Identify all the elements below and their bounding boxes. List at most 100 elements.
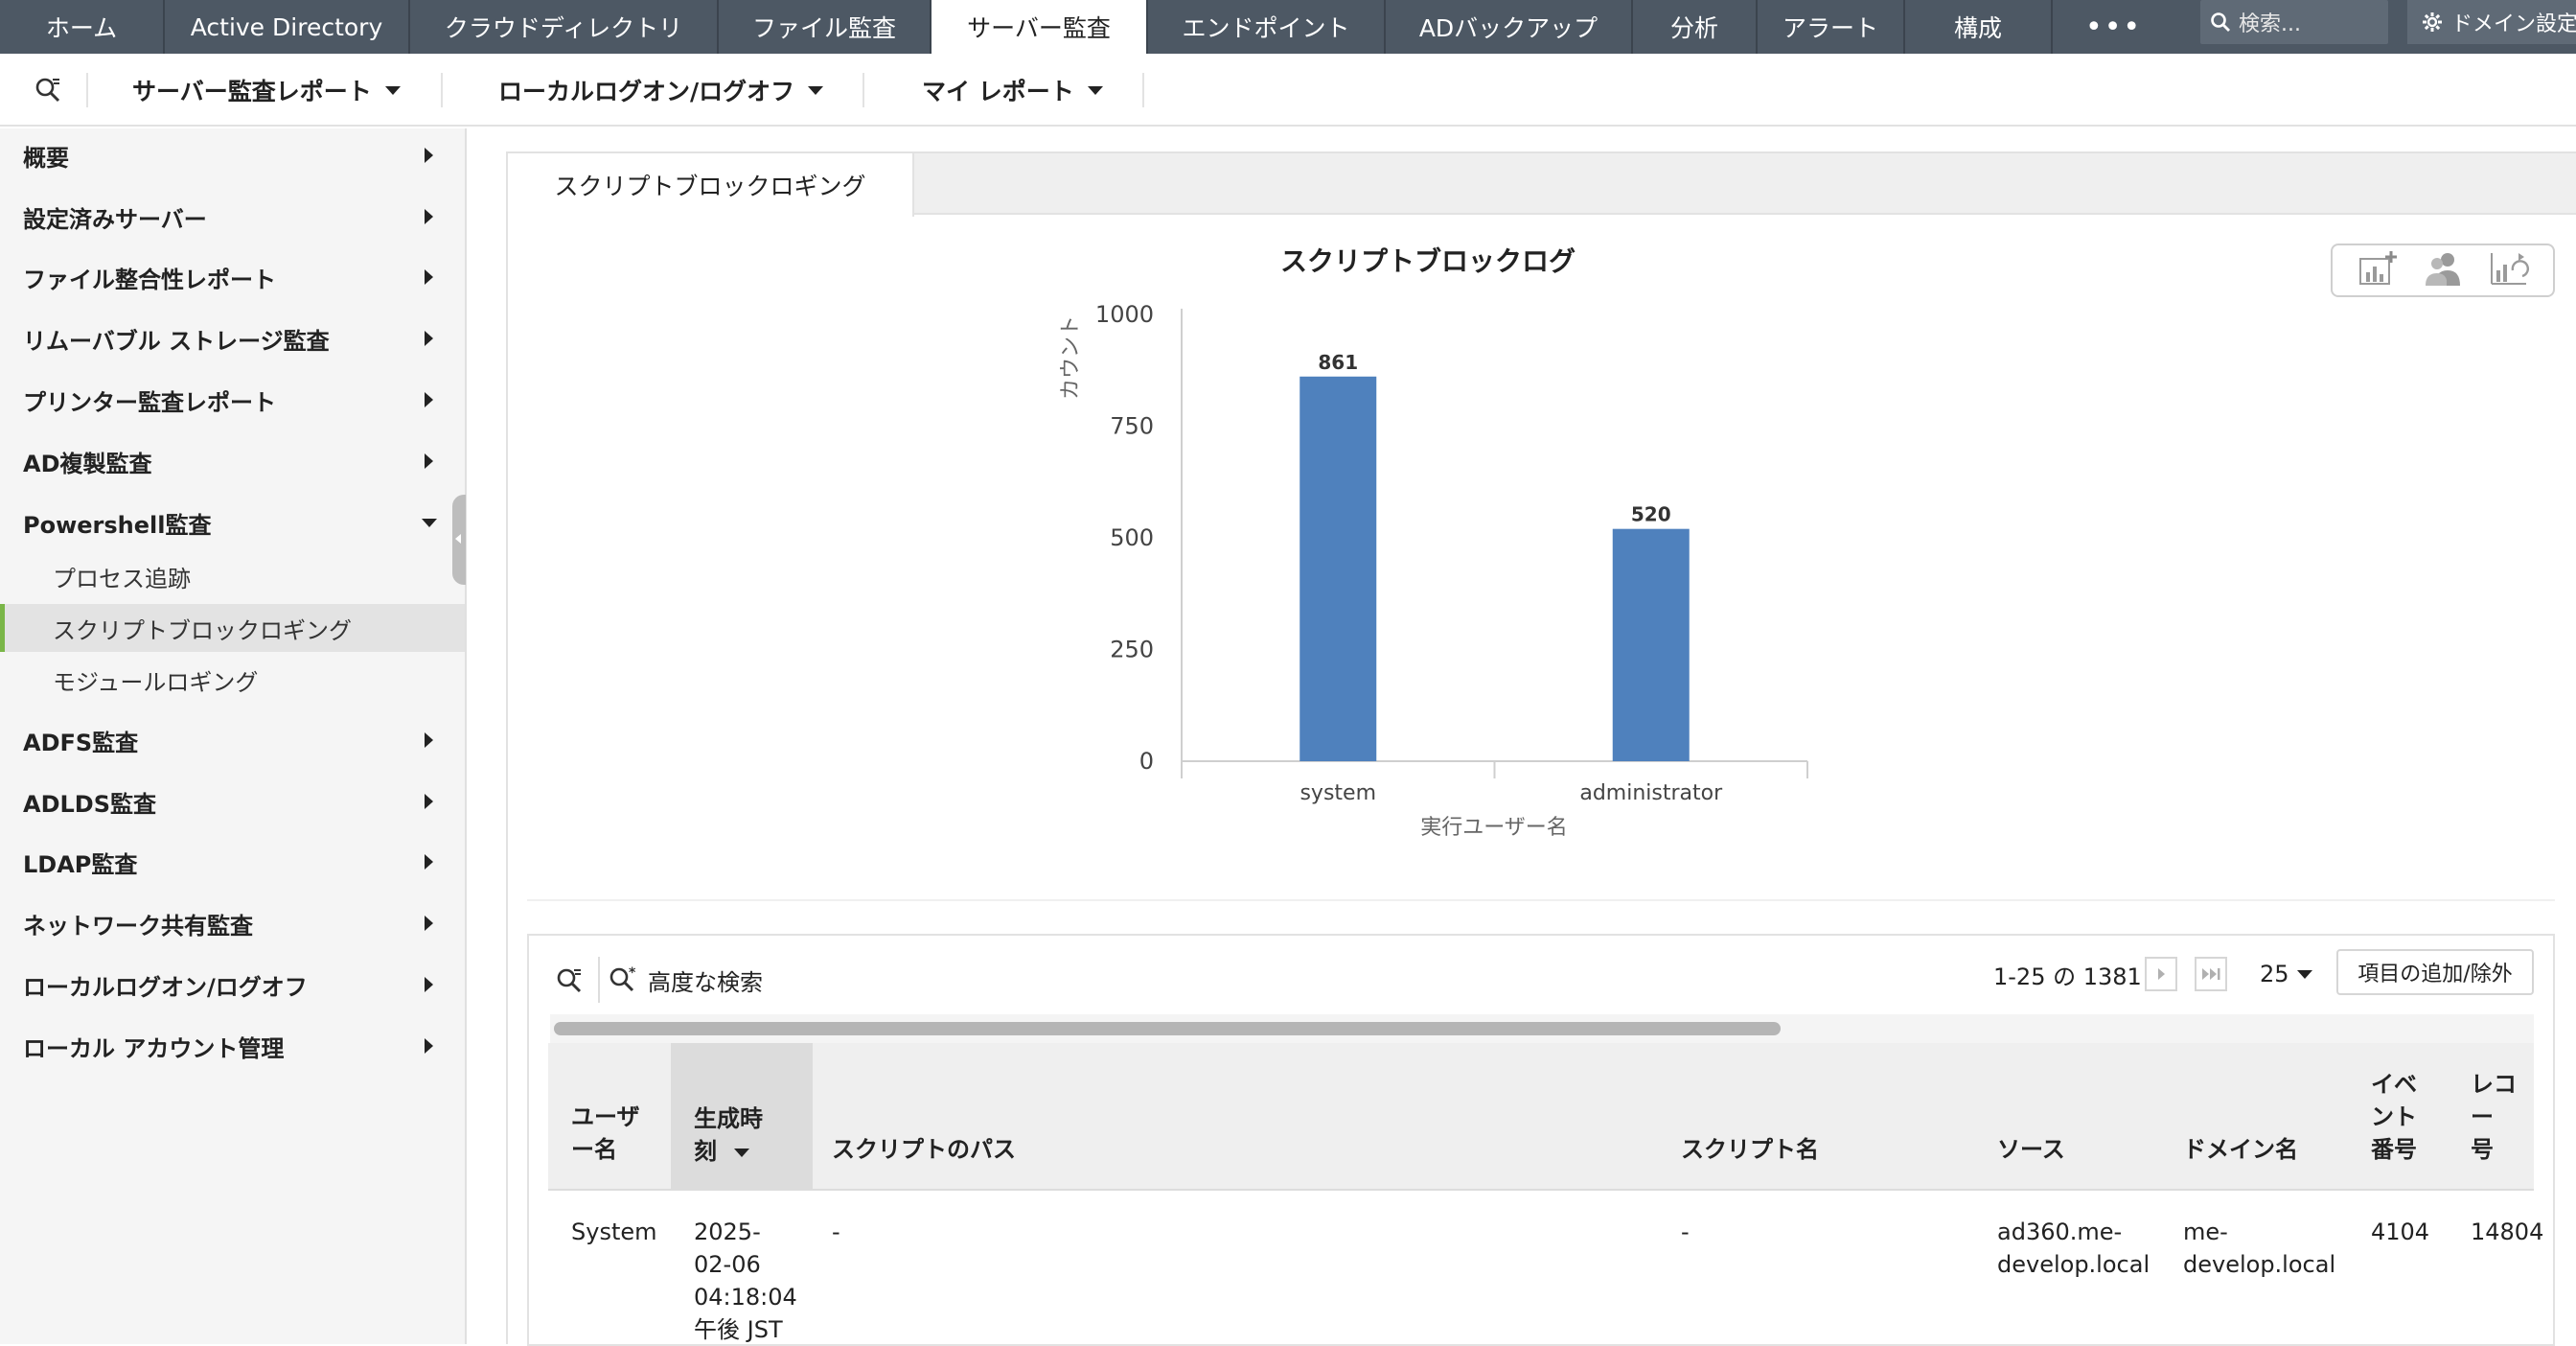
sidebar-item-powershell-audit[interactable]: Powershell監査 <box>0 499 465 546</box>
y-tick-label: 250 <box>1110 637 1154 663</box>
chevron-right-icon <box>425 209 433 224</box>
sidebar-item-configured-servers[interactable]: 設定済みサーバー <box>0 193 465 241</box>
sidebar-item-network-share[interactable]: ネットワーク共有監査 <box>0 899 465 947</box>
tab-config[interactable]: 構成 <box>1905 0 2053 54</box>
table-header: ユーザ ー名 生成時 刻 スクリプトのパス スクリプト名 ソース ドメイン名 イ… <box>548 1043 2534 1191</box>
add-chart-icon[interactable] <box>2357 249 2399 291</box>
sidebar-item-label: プリンター監査レポート <box>23 388 276 416</box>
pagination-info: 1-25 の 1381 <box>1993 963 2142 990</box>
domain-settings-link[interactable]: ドメイン設定 <box>2407 0 2576 44</box>
tab-script-block-logging[interactable]: スクリプトブロックロギング <box>506 151 914 217</box>
next-page-button[interactable] <box>2145 957 2177 991</box>
sidebar-item-ldap-audit[interactable]: LDAP監査 <box>0 838 465 886</box>
column-header-script-name[interactable]: スクリプト名 <box>1681 1133 1819 1166</box>
bar <box>1612 528 1690 761</box>
sidebar-item-label: 概要 <box>23 144 69 172</box>
tab-analytics[interactable]: 分析 <box>1633 0 1758 54</box>
sidebar-collapse-handle[interactable] <box>452 495 466 585</box>
data-label: 520 <box>1631 503 1671 526</box>
sidebar-item-file-integrity[interactable]: ファイル整合性レポート <box>0 253 465 301</box>
sidebar-item-adlds-audit[interactable]: ADLDS監査 <box>0 777 465 825</box>
y-tick-label: 500 <box>1110 524 1154 551</box>
sidebar-item-printer-audit[interactable]: プリンター監査レポート <box>0 376 465 424</box>
y-tick-label: 1000 <box>1095 301 1154 328</box>
tab-server-audit[interactable]: サーバー監査 <box>932 0 1148 54</box>
global-search[interactable]: 検索... <box>2200 0 2388 44</box>
column-header-text: 生成時 刻 <box>694 1105 763 1165</box>
divider <box>1142 73 1144 107</box>
tab-ad-backup[interactable]: ADバックアップ <box>1386 0 1633 54</box>
chevron-right-icon <box>425 1038 433 1054</box>
sidebar-item-label: 設定済みサーバー <box>23 205 207 233</box>
report-search-icon[interactable] <box>29 71 67 109</box>
column-header-label: スクリプトのパス <box>832 1136 1016 1163</box>
tab-endpoint[interactable]: エンドポイント <box>1148 0 1386 54</box>
more-tabs-icon[interactable]: ••• <box>2053 0 2174 54</box>
menu-server-audit-reports[interactable]: サーバー監査レポート <box>132 54 401 127</box>
column-header-source[interactable]: ソース <box>1997 1133 2065 1166</box>
chevron-right-icon <box>425 732 433 748</box>
tab-file-audit[interactable]: ファイル監査 <box>719 0 932 54</box>
column-header-label: レコー 号 <box>2471 1071 2517 1163</box>
search-icon <box>2211 12 2230 32</box>
column-header-label: ソース <box>1997 1136 2065 1163</box>
sidebar-subitem-module-logging[interactable]: モジュールロギング <box>0 656 465 704</box>
column-header-generated-time[interactable]: 生成時 刻 <box>671 1043 813 1191</box>
column-header-label: ユーザ ー名 <box>571 1103 640 1163</box>
divider <box>441 73 443 107</box>
chart-refresh-icon[interactable] <box>2488 249 2530 291</box>
users-icon[interactable] <box>2422 249 2464 291</box>
caret-down-icon <box>384 85 401 95</box>
sort-desc-icon <box>734 1148 750 1157</box>
chevron-right-icon <box>425 331 433 346</box>
sidebar-item-label: AD複製監査 <box>23 450 152 477</box>
sidebar-item-removable-storage[interactable]: リムーバブル ストレージ監査 <box>0 314 465 362</box>
cell-domain: me- develop.local <box>2183 1218 2336 1278</box>
sidebar-subitem-script-block-logging[interactable]: スクリプトブロックロギング <box>0 604 465 652</box>
column-header-event-number[interactable]: イベ ント 番号 <box>2371 1068 2417 1166</box>
column-header-label: イベ ント 番号 <box>2371 1071 2417 1163</box>
column-header-username[interactable]: ユーザ ー名 <box>571 1101 640 1166</box>
tab-cloud-directory[interactable]: クラウドディレクトリ <box>410 0 719 54</box>
cell-event-number: 4104 <box>2371 1218 2430 1245</box>
last-page-button[interactable] <box>2195 957 2227 991</box>
sidebar-item-label: LDAP監査 <box>23 850 138 878</box>
column-header-domain[interactable]: ドメイン名 <box>2183 1133 2298 1166</box>
page-size-select[interactable]: 25 <box>2260 957 2312 991</box>
sidebar-item-label: ローカルログオン/ログオフ <box>23 973 308 1001</box>
cell-record-number: 14804 <box>2471 1218 2544 1245</box>
sidebar-subitem-process-tracking[interactable]: プロセス追跡 <box>0 552 465 600</box>
menu-label: ローカルログオン/ログオフ <box>498 78 795 105</box>
column-header-label: ドメイン名 <box>2183 1136 2298 1163</box>
tab-active-directory[interactable]: Active Directory <box>165 0 410 54</box>
top-nav-bar: ホーム Active Directory クラウドディレクトリ ファイル監査 サ… <box>0 0 2576 54</box>
sidebar-item-local-logon[interactable]: ローカルログオン/ログオフ <box>0 961 465 1009</box>
advanced-search-label: 高度な検索 <box>648 968 763 996</box>
grid-search-icon[interactable] <box>553 964 586 997</box>
sidebar-item-overview[interactable]: 概要 <box>0 131 465 179</box>
sidebar-item-adfs-audit[interactable]: ADFS監査 <box>0 716 465 764</box>
chevron-right-icon <box>425 269 433 285</box>
menu-local-logon[interactable]: ローカルログオン/ログオフ <box>498 54 824 127</box>
column-header-label: スクリプト名 <box>1681 1136 1819 1163</box>
add-remove-columns-button[interactable]: 項目の追加/除外 <box>2336 949 2534 995</box>
divider <box>86 73 88 107</box>
last-page-icon <box>2202 968 2220 980</box>
advanced-search-link[interactable]: * 高度な検索 <box>608 957 763 1003</box>
menu-label: サーバー監査レポート <box>132 78 372 105</box>
horizontal-scrollbar-thumb[interactable] <box>554 1022 1781 1035</box>
chevron-right-icon <box>425 453 433 469</box>
tab-alerts[interactable]: アラート <box>1758 0 1905 54</box>
sidebar-item-local-account[interactable]: ローカル アカウント管理 <box>0 1022 465 1070</box>
menu-my-reports[interactable]: マイ レポート <box>922 54 1103 127</box>
y-tick-label: 750 <box>1110 413 1154 440</box>
sub-nav-bar: サーバー監査レポート ローカルログオン/ログオフ マイ レポート <box>0 54 2576 127</box>
column-header-record-number[interactable]: レコー 号 <box>2471 1068 2534 1166</box>
column-header-label: 生成時 刻 <box>694 1102 790 1168</box>
cell-script-path: - <box>832 1218 840 1245</box>
tab-home[interactable]: ホーム <box>0 0 165 54</box>
column-header-script-path[interactable]: スクリプトのパス <box>832 1133 1016 1166</box>
global-search-placeholder: 検索... <box>2239 12 2301 36</box>
x-tick-label: system <box>1300 781 1376 805</box>
sidebar-item-ad-replication[interactable]: AD複製監査 <box>0 437 465 485</box>
